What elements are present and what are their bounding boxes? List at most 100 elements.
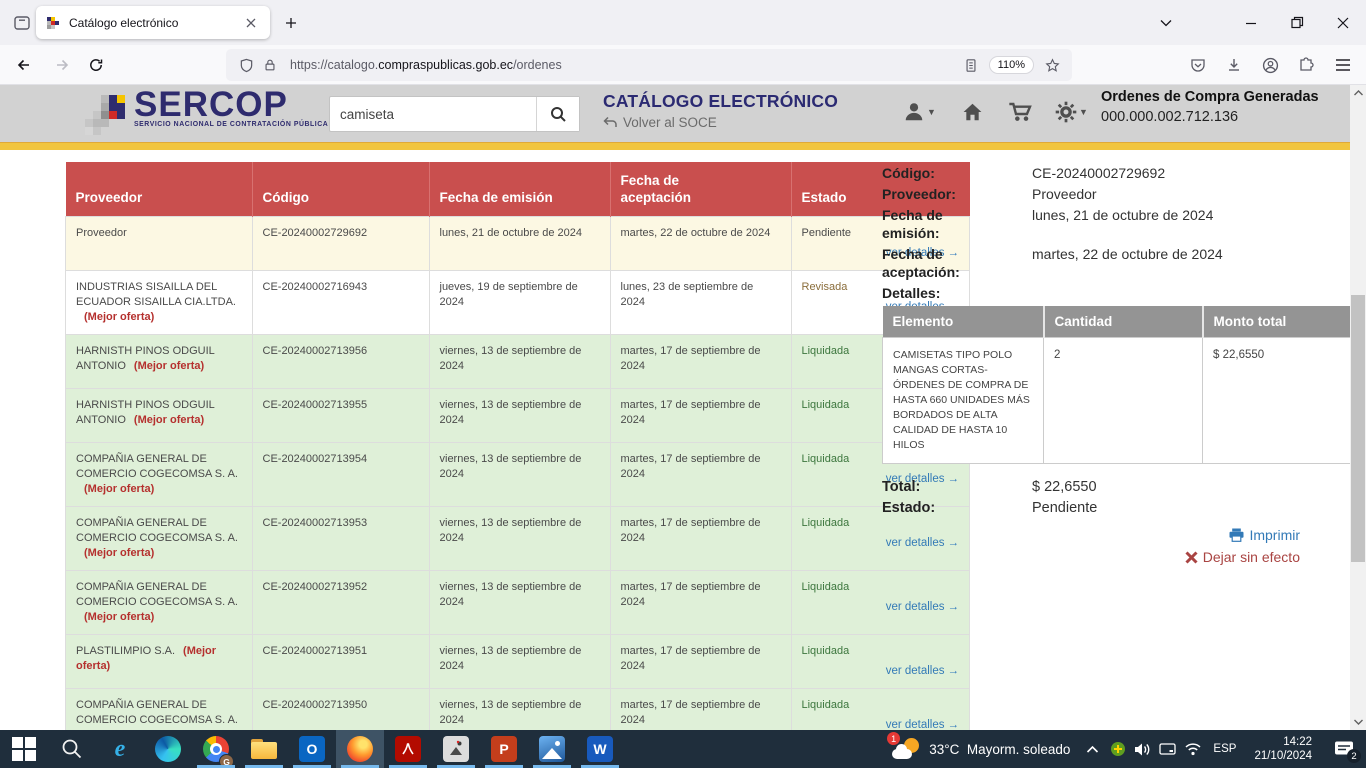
chrome-button[interactable]: G [192,730,240,768]
java-app-button[interactable] [432,730,480,768]
taskbar-search-button[interactable] [48,730,96,768]
search-input[interactable] [330,97,536,131]
scroll-down-arrow[interactable] [1350,714,1366,730]
scroll-up-arrow[interactable] [1350,85,1366,101]
date: 21/10/2024 [1254,749,1312,763]
order-row: ProveedorCE-20240002729692lunes, 21 de o… [66,217,970,271]
cell-proveedor: COMPAÑIA GENERAL DE COMERCIO COGECOMSA S… [66,571,253,635]
edge-button[interactable] [144,730,192,768]
notification-badge: 2 [1347,749,1361,763]
page-title: CATÁLOGO ELECTRÓNICO [603,91,838,112]
account-icon[interactable] [1254,49,1286,81]
col-header-emision: Fecha de emisión [429,162,610,217]
outlook-icon: O [299,736,325,762]
ver-detalles-label: ver detalles [886,601,945,613]
list-all-tabs-button[interactable] [1143,0,1189,45]
cell-fecha-aceptacion: martes, 17 de septiembre de 2024 [610,507,791,571]
orders-table-body: ProveedorCE-20240002729692lunes, 21 de o… [66,217,970,731]
minimize-button[interactable] [1228,0,1274,45]
outlook-button[interactable]: O [288,730,336,768]
word-button[interactable]: W [576,730,624,768]
new-tab-button[interactable] [278,10,304,36]
pocket-icon[interactable] [1182,49,1214,81]
reader-mode-icon[interactable] [959,53,983,77]
menu-hamburger-icon[interactable] [1327,49,1359,81]
acrobat-button[interactable] [384,730,432,768]
url-bar[interactable]: https://catalogo.compraspublicas.gob.ec/… [226,49,1072,81]
user-menu-button[interactable]: ▼ [903,101,936,123]
sercop-logo[interactable]: SERCOP SERVICIO NACIONAL DE CONTRATACIÓN… [134,87,328,128]
close-button[interactable] [1320,0,1366,45]
item-col-cantidad: Cantidad [1044,306,1203,338]
firefox-view-icon[interactable] [10,11,34,35]
volver-soce-link[interactable]: Volver al SOCE [603,115,838,130]
scrollbar-thumb[interactable] [1351,295,1365,562]
item-monto: $ 22,6550 [1203,338,1365,464]
mejor-oferta-label: (Mejor oferta) [134,360,204,372]
x-icon [1185,551,1198,564]
page-scrollbar[interactable] [1350,85,1366,730]
internet-explorer-button[interactable]: e [96,730,144,768]
col-header-aceptacion: Fecha de aceptación [610,162,791,217]
firefox-button[interactable] [336,730,384,768]
cell-proveedor: COMPAÑIA GENERAL DE COMERCIO COGECOMSA S… [66,689,253,731]
estado-label: Estado: [882,499,1032,517]
item-elemento: CAMISETAS TIPO POLO MANGAS CORTAS-ÓRDENE… [883,338,1044,464]
order-row: COMPAÑIA GENERAL DE COMERCIO COGECOMSA S… [66,507,970,571]
volume-icon[interactable] [1130,730,1155,768]
restore-button[interactable] [1274,0,1320,45]
start-button[interactable] [0,730,48,768]
cell-proveedor: PLASTILIMPIO S.A.(Mejor oferta) [66,635,253,689]
downloads-icon[interactable] [1218,49,1250,81]
search-icon [61,738,83,760]
photos-button[interactable] [528,730,576,768]
zoom-level[interactable]: 110% [989,56,1034,74]
antivirus-tray-icon[interactable] [1105,730,1130,768]
touch-keyboard-icon[interactable] [1155,730,1180,768]
shield-icon[interactable] [234,53,258,77]
forward-button[interactable] [46,49,78,81]
clock[interactable]: 14:22 21/10/2024 [1244,735,1322,763]
cell-fecha-aceptacion: martes, 17 de septiembre de 2024 [610,689,791,731]
search-icon [550,106,567,123]
wifi-icon[interactable] [1180,730,1205,768]
reload-button[interactable] [80,49,112,81]
language-indicator[interactable]: ESP [1205,743,1244,755]
ver-detalles-link[interactable]: ver detalles→ [802,600,960,615]
home-button[interactable] [961,101,984,123]
windows-logo-icon [12,737,23,748]
ver-detalles-link[interactable]: ver detalles→ [802,664,960,679]
provider-name: PLASTILIMPIO S.A. [76,645,175,657]
bookmark-star-icon[interactable] [1040,53,1064,77]
powerpoint-button[interactable]: P [480,730,528,768]
dejar-sin-efecto-link[interactable]: Dejar sin efecto [882,549,1300,565]
java-app-icon [443,736,469,762]
tray-chevron-icon[interactable] [1080,730,1105,768]
cell-codigo: CE-20240002716943 [252,271,429,335]
action-center-button[interactable]: 2 [1322,730,1366,768]
provider-name: COMPAÑIA GENERAL DE COMERCIO COGECOMSA S… [76,453,238,480]
cell-fecha-emision: viernes, 13 de septiembre de 2024 [429,689,610,731]
tab-close-icon[interactable] [241,13,261,33]
search-button[interactable] [536,97,579,131]
cart-button[interactable] [1008,101,1032,123]
item-col-elemento: Elemento [883,306,1044,338]
browser-tab[interactable]: Catálogo electrónico [36,6,270,39]
sercop-logo-mark-icon [101,95,109,103]
file-explorer-button[interactable] [240,730,288,768]
weather-widget[interactable]: 1 33°C Mayorm. soleado [885,736,1080,762]
cell-fecha-aceptacion: martes, 22 de octubre de 2024 [610,217,791,271]
ver-detalles-link[interactable]: ver detalles→ [802,718,960,730]
logo-title: SERCOP [134,87,328,123]
cell-fecha-emision: viernes, 13 de septiembre de 2024 [429,507,610,571]
mejor-oferta-label: (Mejor oferta) [134,414,204,426]
cell-estado: Liquidadaver detalles→ [791,689,970,731]
back-button[interactable] [8,49,40,81]
lock-icon[interactable] [258,53,282,77]
browser-titlebar: Catálogo electrónico [0,0,1366,45]
orders-table: Proveedor Código Fecha de emisión Fecha … [65,162,970,730]
imprimir-link[interactable]: Imprimir [882,527,1300,543]
extensions-icon[interactable] [1290,49,1322,81]
cell-codigo: CE-20240002713953 [252,507,429,571]
settings-menu-button[interactable]: ▼ [1055,101,1088,123]
